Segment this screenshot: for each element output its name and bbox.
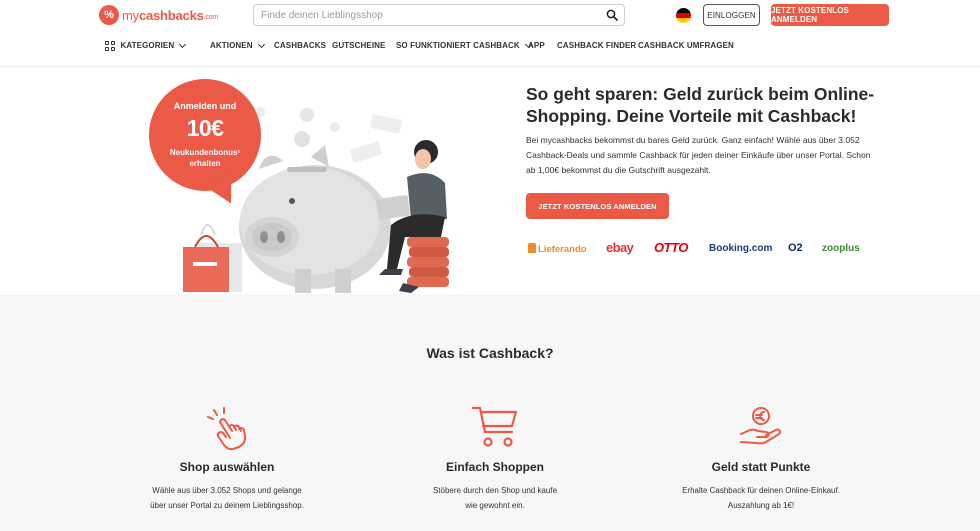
section-title: Was ist Cashback? [426, 345, 554, 361]
bonus-line3: Neukundenbonus¹ [169, 148, 241, 157]
lieferando-house-icon [528, 243, 536, 253]
main-nav: KATEGORIEN AKTIONEN CASHBACKS GUTSCHEINE… [0, 38, 980, 56]
nav-item-cashbacks[interactable]: CASHBACKS [274, 41, 326, 50]
partner-logo-lieferando[interactable]: Lieferando [528, 243, 587, 255]
partner-logos: Lieferando ebay OTTO Booking.com O2 zoop… [528, 240, 868, 257]
partner-logo-zooplus[interactable]: zooplus [822, 243, 860, 254]
nav-label: SO FUNKTIONIERT CASHBACK [396, 41, 520, 50]
feature-title: Shop auswählen [179, 460, 275, 474]
nav-label: CASHBACKS [274, 41, 327, 50]
feature-text-line: Stöbere durch den Shop und kaufe [432, 486, 558, 495]
feature-text-line: Wähle aus über 3.052 Shops und gelange [152, 486, 302, 495]
partner-logo-ebay[interactable]: ebay [606, 240, 634, 255]
logo-text: mycashbacks.com [122, 8, 218, 23]
hero-text: Bei mycashbacks bekommst du bares Geld z… [526, 135, 871, 175]
chevron-down-icon [257, 40, 265, 48]
nav-item-app[interactable]: APP [528, 41, 545, 50]
nav-label: CASHBACK FINDER [557, 41, 637, 50]
hero-section: Anmelden und 10€ Neukundenbonus¹ erhalte… [0, 67, 980, 294]
search-input[interactable] [261, 8, 591, 23]
partner-logo-booking[interactable]: Booking.com [709, 243, 772, 254]
register-button[interactable]: JETZT KOSTENLOS ANMELDEN [771, 4, 889, 26]
nav-item-cashback-umfragen[interactable]: CASHBACK UMFRAGEN [638, 41, 734, 50]
nav-label: CASHBACK UMFRAGEN [638, 41, 734, 50]
login-button[interactable]: EINLOGGEN [703, 4, 760, 26]
search-box [253, 4, 625, 26]
nav-item-gutscheine[interactable]: GUTSCHEINE [332, 41, 385, 50]
feature-title: Einfach Shoppen [445, 460, 544, 474]
nav-label: APP [528, 41, 545, 50]
feature-text-line: wie gewohnt ein. [465, 501, 525, 510]
logo-mark: % [99, 5, 119, 25]
feature-text: Erhalte Cashback für deinen Online-Einka… [641, 483, 881, 513]
search-icon[interactable] [606, 9, 618, 21]
logo-text-my: my [122, 7, 139, 23]
partner-logo-o2[interactable]: O2 [788, 242, 803, 254]
hero-title: So geht sparen: Geld zurück beim Online-… [526, 84, 875, 126]
bonus-line1: Anmelden und [173, 101, 237, 111]
partner-name: OTTO [654, 240, 688, 255]
logo-text-main: cashbacks [138, 7, 204, 23]
nav-label: KATEGORIEN [120, 41, 175, 51]
feature-text-line: Erhalte Cashback für deinen Online-Einka… [682, 486, 840, 495]
logo-text-tld: .com [203, 13, 219, 21]
bonus-amount: 10€ [186, 115, 224, 141]
partner-name: O2 [788, 242, 803, 254]
euro-hand-icon [740, 407, 781, 445]
feature-text: Wähle aus über 3.052 Shops und gelange ü… [107, 483, 347, 513]
feature-title: Geld statt Punkte [711, 460, 811, 474]
hero-register-button[interactable]: JETZT KOSTENLOS ANMELDEN [526, 193, 669, 219]
partner-name: ebay [606, 240, 634, 255]
shopping-cart-icon [471, 406, 518, 447]
hand-pointer-icon [207, 407, 247, 450]
feature-shop-auswaehlen: Shop auswählen Wähle aus über 3.052 Shop… [107, 404, 347, 513]
nav-label: AKTIONEN [210, 41, 253, 50]
feature-einfach-shoppen: Einfach Shoppen Stöbere durch den Shop u… [375, 404, 615, 513]
country-flag-icon[interactable] [676, 8, 691, 23]
feature-geld-statt-punkte: Geld statt Punkte Erhalte Cashback für d… [641, 404, 881, 513]
bonus-line4: erhalten [189, 159, 221, 168]
nav-label: GUTSCHEINE [332, 41, 386, 50]
feature-text-line: Auszahlung ab 1€! [727, 501, 795, 510]
nav-item-so-funktioniert[interactable]: SO FUNKTIONIERT CASHBACK [396, 40, 532, 50]
what-is-cashback-section: Was ist Cashback? Shop auswählen Wähle a… [0, 294, 980, 531]
grid-icon [105, 41, 115, 51]
nav-item-aktionen[interactable]: AKTIONEN [210, 40, 265, 50]
partner-logo-otto[interactable]: OTTO [654, 240, 688, 255]
partner-name: zooplus [822, 243, 860, 254]
nav-item-cashback-finder[interactable]: CASHBACK FINDER [557, 41, 636, 50]
nav-item-kategorien[interactable]: KATEGORIEN [105, 40, 187, 51]
partner-name: Lieferando [538, 244, 587, 255]
feature-text-line: über unser Portal zu deinem Lieblingssho… [150, 501, 304, 510]
partner-name: Booking.com [709, 243, 773, 254]
site-header: % mycashbacks.com EINLOGGEN JETZT KOSTEN… [0, 0, 980, 67]
bonus-bubble: Anmelden und 10€ Neukundenbonus¹ erhalte… [149, 79, 261, 191]
chevron-down-icon [179, 40, 187, 48]
logo[interactable]: % mycashbacks.com [99, 5, 218, 25]
feature-text: Stöbere durch den Shop und kaufe wie gew… [375, 483, 615, 513]
